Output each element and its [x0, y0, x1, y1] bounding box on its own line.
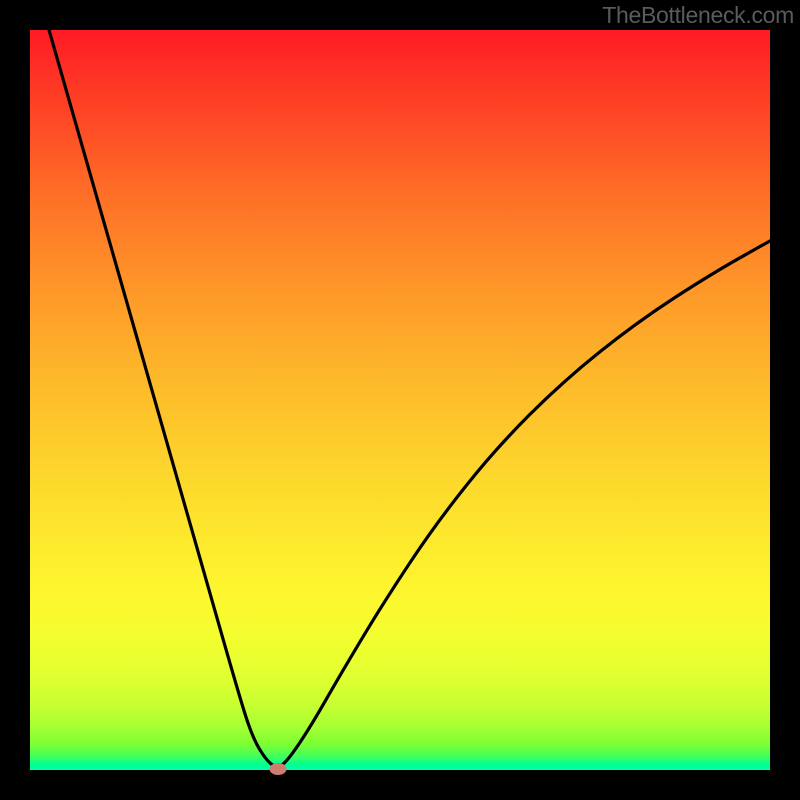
attribution-text: TheBottleneck.com	[602, 2, 794, 29]
bottleneck-curve	[30, 30, 770, 770]
chart-frame	[30, 30, 770, 770]
minimum-marker	[269, 763, 286, 775]
